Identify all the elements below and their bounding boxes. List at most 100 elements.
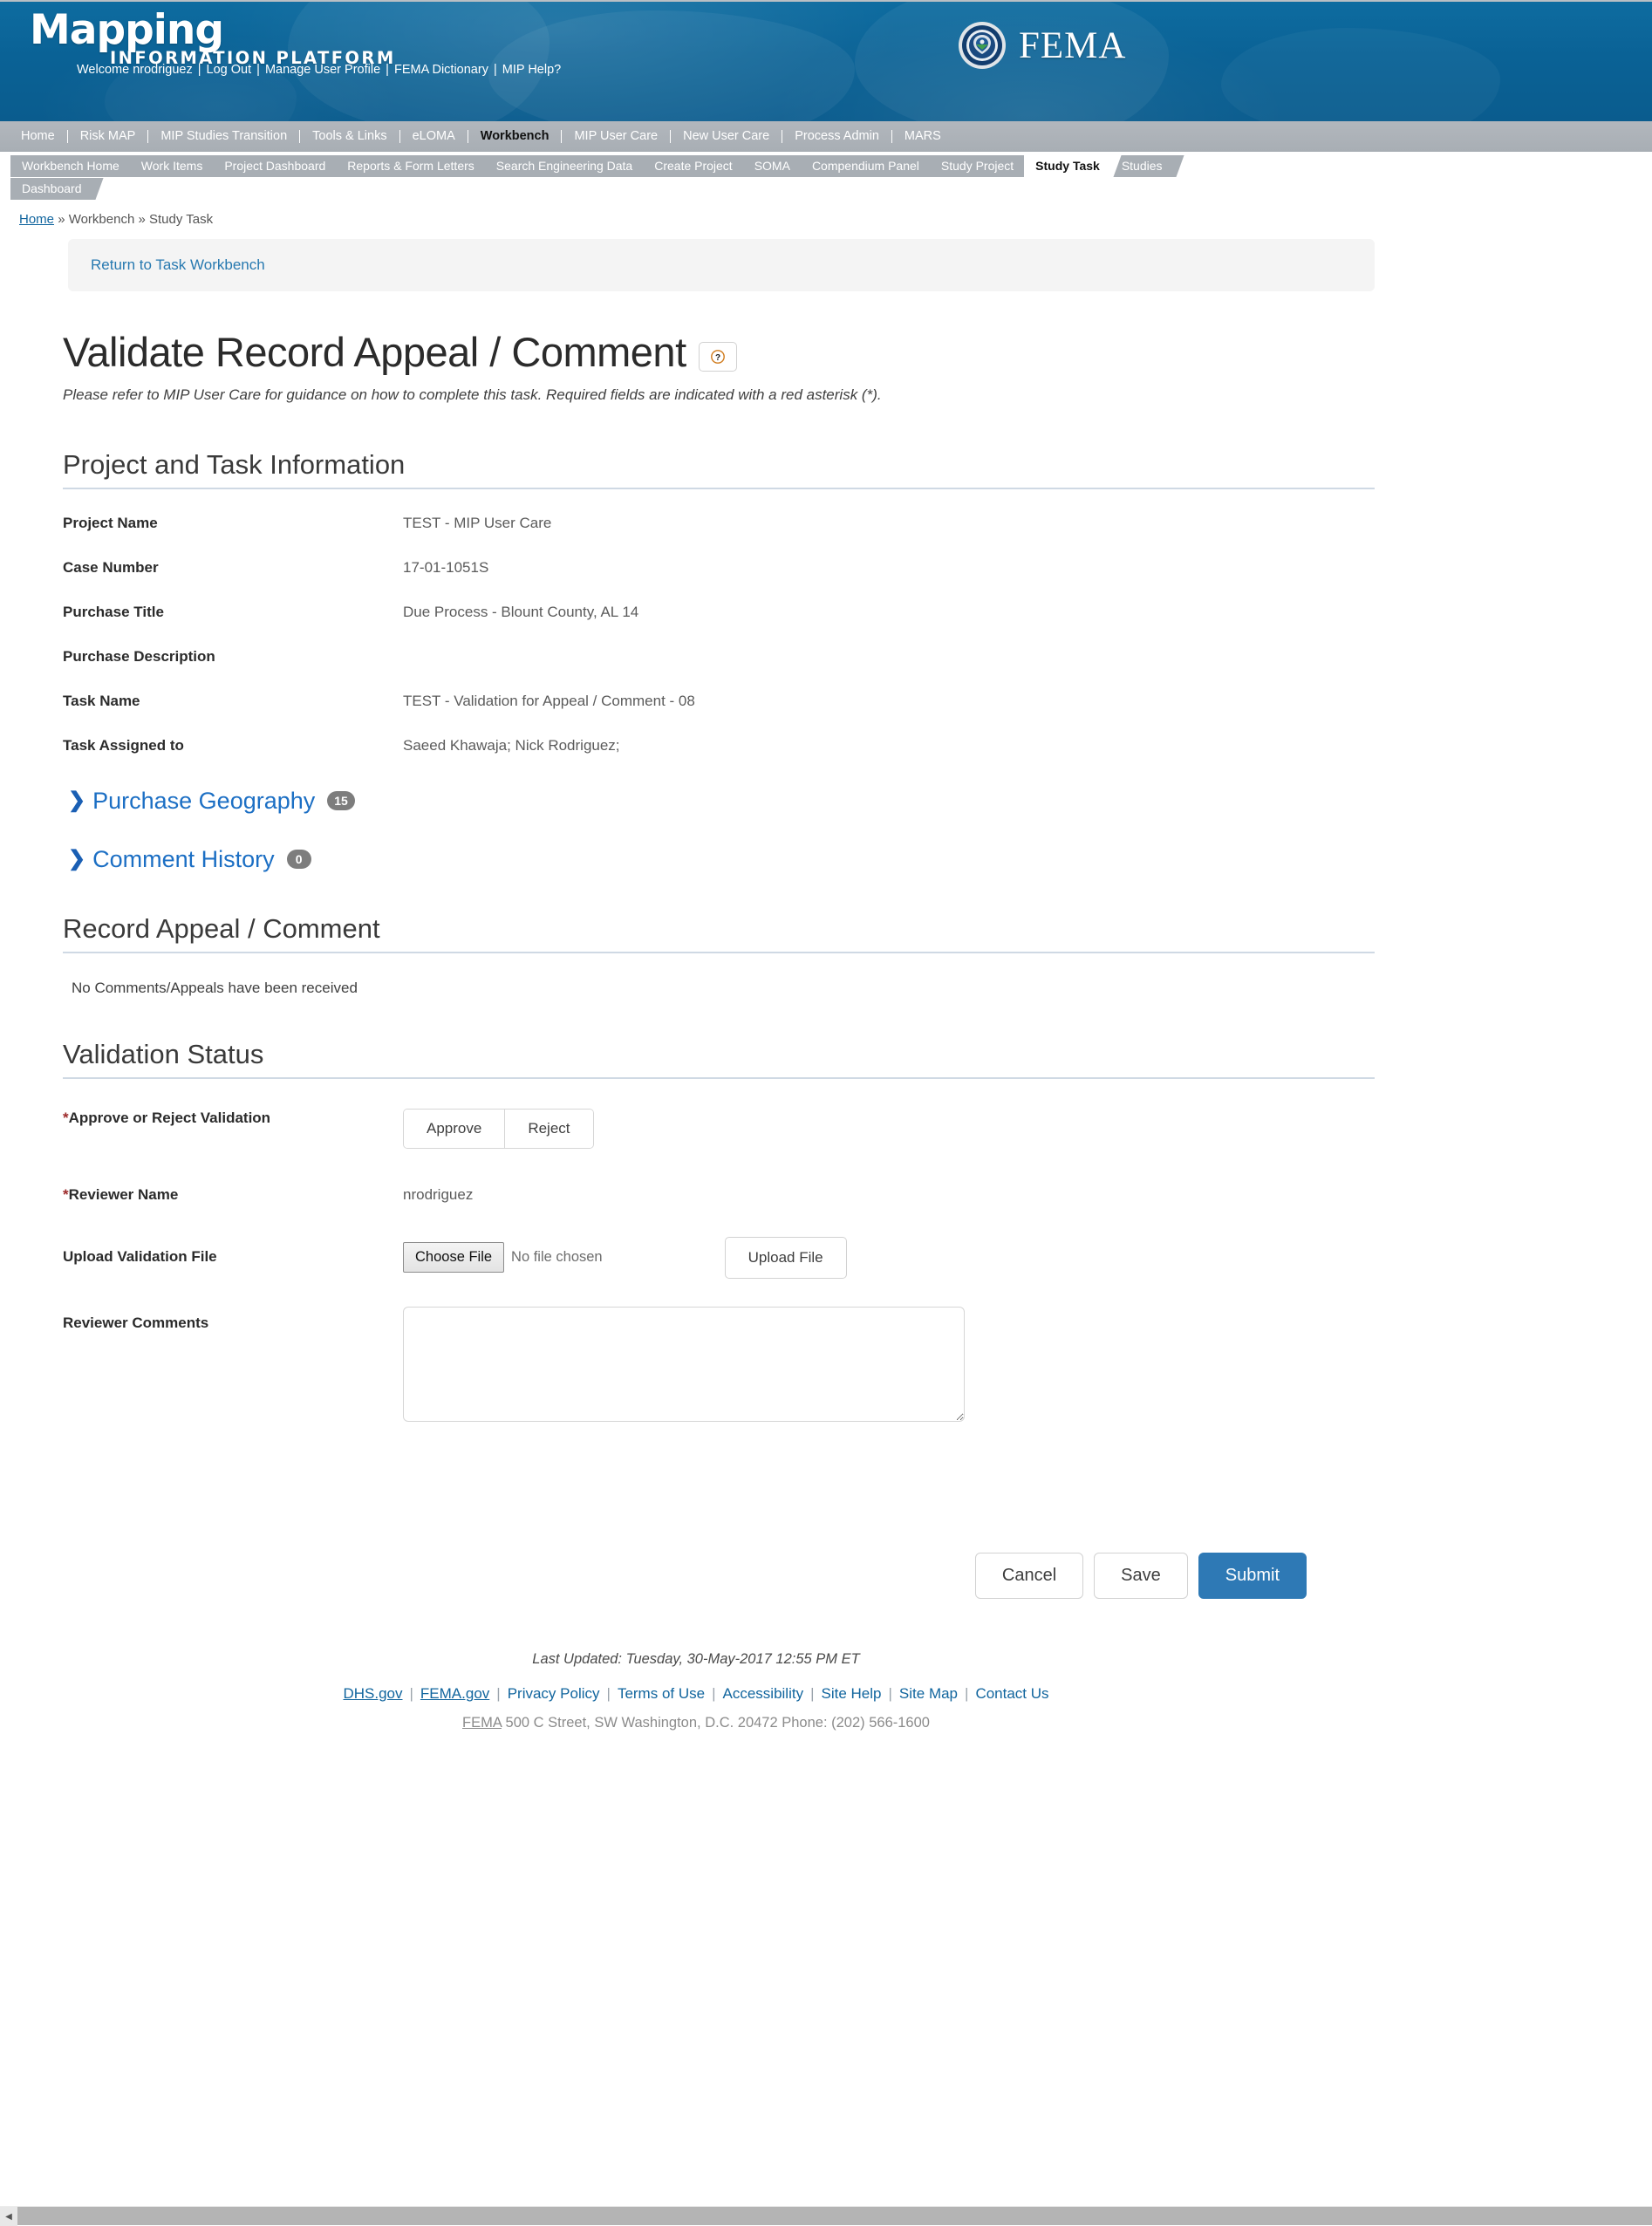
tab-study-project[interactable]: Study Project	[929, 155, 1026, 177]
field-approve-or-reject-validation: *Approve or Reject Validation Approve Re…	[63, 1108, 1371, 1149]
brand-line-1: Mapping	[30, 6, 224, 54]
accordion-comment-history[interactable]: ❯ Comment History 0	[68, 846, 1375, 873]
breadcrumb-separator: »	[58, 212, 65, 227]
fema-dictionary-link[interactable]: FEMA Dictionary	[394, 63, 488, 77]
tab-study-task[interactable]: Study Task	[1024, 155, 1111, 177]
tab-soma[interactable]: SOMA	[742, 155, 802, 177]
no-comments-message: No Comments/Appeals have been received	[72, 979, 358, 996]
tab-work-items[interactable]: Work Items	[129, 155, 215, 177]
nav-item-process-admin[interactable]: Process Admin	[782, 130, 892, 143]
footer-link-site-map[interactable]: Site Map	[899, 1685, 958, 1702]
return-to-task-workbench-bar: Return to Task Workbench	[68, 239, 1375, 291]
no-file-chosen-label: No file chosen	[511, 1249, 603, 1266]
field-label: Task Assigned to	[63, 736, 184, 754]
section-title-validation-status: Validation Status	[63, 1039, 1375, 1079]
nav-item-tools-and-links[interactable]: Tools & Links	[300, 130, 400, 143]
cancel-button[interactable]: Cancel	[974, 1552, 1084, 1599]
tab-reports-and-form-letters[interactable]: Reports & Form Letters	[336, 155, 486, 177]
footer-address-prefix: FEMA	[462, 1714, 502, 1731]
field-label: Task Name	[63, 692, 140, 709]
section-title-project-and-task-information: Project and Task Information	[63, 449, 1375, 489]
field-label: Case Number	[63, 558, 159, 576]
field-task-assigned-to: Task Assigned to Saeed Khawaja; Nick Rod…	[63, 736, 1371, 756]
approve-reject-segmented-control: Approve Reject	[403, 1108, 594, 1149]
page-title: Validate Record Appeal / Comment	[63, 329, 686, 375]
tab-compendium-panel[interactable]: Compendium Panel	[800, 155, 931, 177]
chevron-right-icon: ❯	[68, 847, 86, 871]
fema-wordmark: FEMA	[1019, 24, 1127, 66]
tab-create-project[interactable]: Create Project	[643, 155, 744, 177]
field-value: Due Process - Blount County, AL 14	[403, 603, 639, 620]
footer-links: DHS.gov | FEMA.gov | Privacy Policy | Terms of…	[343, 1684, 1049, 1702]
nav-item-mip-studies-transition[interactable]: MIP Studies Transition	[148, 130, 301, 143]
site-logo: Mapping INFORMATION PLATFORM	[30, 6, 396, 69]
footer-link-privacy-policy[interactable]: Privacy Policy	[508, 1685, 600, 1702]
nav-item-new-user-care[interactable]: New User Care	[671, 130, 783, 143]
choose-file-button[interactable]: Choose File	[403, 1242, 505, 1273]
nav-item-eloma[interactable]: eLOMA	[400, 130, 468, 143]
field-label: Upload Validation File	[63, 1248, 217, 1266]
fema-logo: FEMA	[958, 21, 1126, 70]
nav-item-mars[interactable]: MARS	[892, 130, 953, 143]
breadcrumb-separator: »	[138, 212, 146, 227]
submit-button[interactable]: Submit	[1198, 1552, 1307, 1599]
scroll-left-arrow[interactable]: ◀	[0, 2207, 17, 2226]
breadcrumb: Home » Workbench » Study Task	[0, 200, 1652, 227]
tab-dashboard[interactable]: Dashboard	[10, 178, 93, 200]
footer-link-contact-us[interactable]: Contact Us	[975, 1685, 1048, 1702]
mip-help-link[interactable]: MIP Help?	[502, 63, 561, 77]
field-value: TEST - Validation for Appeal / Comment -…	[403, 692, 695, 709]
log-out-link[interactable]: Log Out	[207, 63, 252, 77]
segmented-group: Approve Reject	[403, 1108, 594, 1149]
footer-link-fema-gov[interactable]: FEMA.gov	[420, 1685, 489, 1702]
user-links-bar: Welcome nrodriguez | Log Out | Manage Us…	[77, 63, 562, 77]
site-banner: Mapping INFORMATION PLATFORM Welcome nro…	[0, 0, 1652, 121]
footer-link-dhs-gov[interactable]: DHS.gov	[343, 1685, 402, 1702]
field-value: TEST - MIP User Care	[403, 515, 552, 531]
field-reviewer-comments: Reviewer Comments	[63, 1306, 1371, 1422]
nav-item-workbench[interactable]: Workbench	[468, 130, 563, 143]
upload-controls: Choose File No file chosen Upload File	[403, 1236, 847, 1279]
manage-user-profile-link[interactable]: Manage User Profile	[265, 63, 380, 77]
field-label: *Reviewer Name	[63, 1185, 403, 1205]
footer-address-text: 500 C Street, SW Washington, D.C. 20472 …	[501, 1714, 930, 1731]
upload-file-button[interactable]: Upload File	[724, 1236, 847, 1279]
field-reviewer-name: *Reviewer Name nrodriguez	[63, 1185, 1371, 1205]
field-label: *Approve or Reject Validation	[63, 1109, 403, 1149]
breadcrumb-current: Study Task	[148, 212, 214, 227]
field-label: Project Name	[63, 515, 158, 531]
nav-item-risk-map[interactable]: Risk MAP	[68, 130, 149, 143]
tab-project-dashboard[interactable]: Project Dashboard	[213, 155, 338, 177]
map-decoration	[1221, 28, 1500, 121]
nav-item-mip-user-care[interactable]: MIP User Care	[562, 130, 672, 143]
breadcrumb-workbench: Workbench	[68, 212, 135, 227]
reject-button[interactable]: Reject	[504, 1109, 593, 1148]
field-project-name: Project Name TEST - MIP User Care	[63, 514, 1371, 534]
tab-search-engineering-data[interactable]: Search Engineering Data	[484, 155, 645, 177]
accordion-purchase-geography[interactable]: ❯ Purchase Geography 15	[68, 788, 1375, 815]
reviewer-comments-textarea[interactable]	[403, 1306, 965, 1422]
footer-link-accessibility[interactable]: Accessibility	[723, 1685, 804, 1702]
tab-workbench-home[interactable]: Workbench Home	[10, 155, 131, 177]
footer-link-terms-of-use[interactable]: Terms of Use	[618, 1685, 705, 1702]
help-button[interactable]: ?	[698, 341, 737, 372]
return-to-task-workbench-link[interactable]: Return to Task Workbench	[91, 256, 265, 273]
primary-navigation: Home Risk MAP MIP Studies Transition Too…	[0, 121, 1652, 153]
save-button[interactable]: Save	[1094, 1552, 1188, 1599]
footer-address: FEMA 500 C Street, SW Washington, D.C. 2…	[0, 1715, 1375, 1731]
nav-item-home[interactable]: Home	[9, 130, 68, 143]
form-action-buttons: Cancel Save Submit	[0, 1552, 1307, 1599]
horizontal-scrollbar[interactable]: ◀	[0, 2206, 1652, 2226]
question-mark-icon: ?	[710, 349, 726, 365]
file-input[interactable]: Choose File No file chosen	[403, 1242, 603, 1273]
chevron-right-icon: ❯	[68, 789, 86, 813]
field-value: 17-01-1051S	[403, 558, 489, 576]
tab-navigation: Workbench Home Work Items Project Dashbo…	[0, 153, 1652, 200]
footer-link-site-help[interactable]: Site Help	[822, 1685, 882, 1702]
svg-text:?: ?	[715, 353, 720, 363]
breadcrumb-home-link[interactable]: Home	[19, 212, 54, 227]
approve-button[interactable]: Approve	[404, 1109, 505, 1148]
required-asterisk: *	[63, 1185, 69, 1203]
main-content: Return to Task Workbench Validate Record…	[0, 239, 1375, 1738]
field-label-text: Approve or Reject Validation	[68, 1109, 271, 1126]
